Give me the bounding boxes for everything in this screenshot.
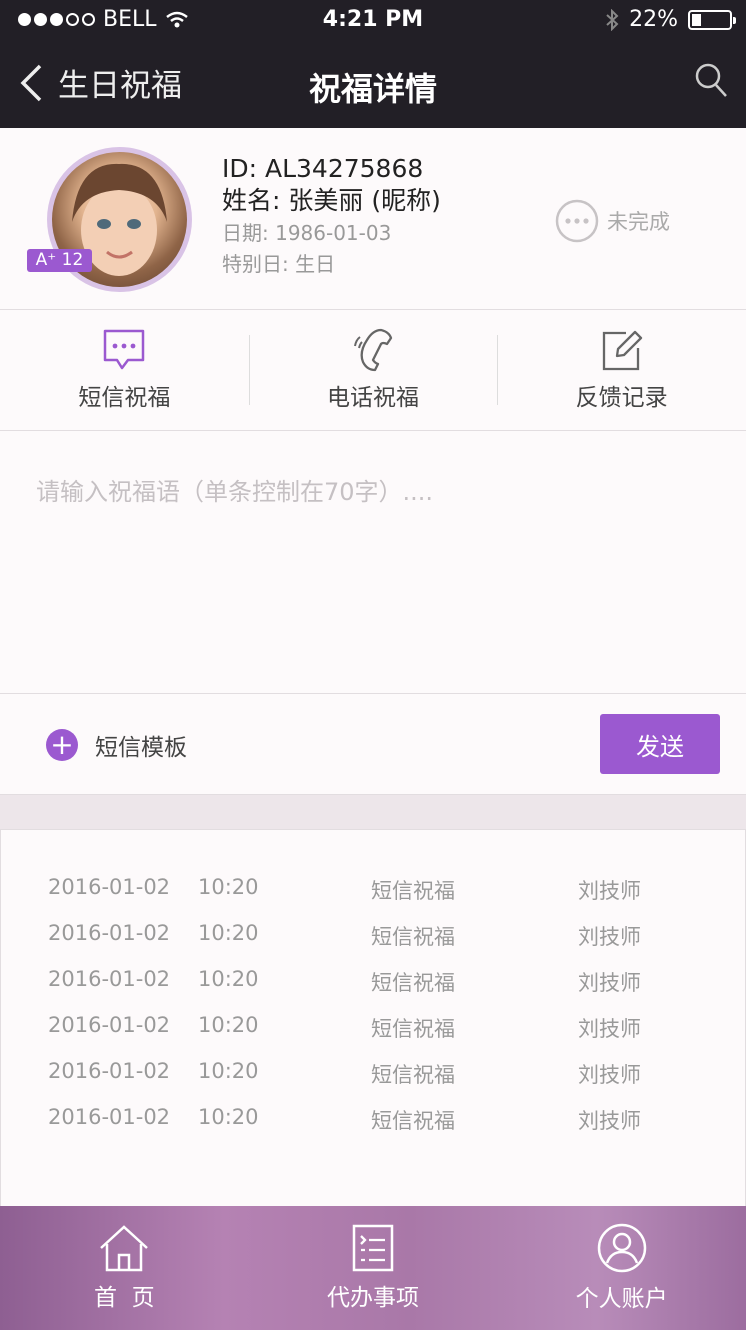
special-day: 特别日: 生日 — [222, 252, 336, 276]
customer-name: 姓名: 张美丽 (昵称) — [222, 186, 441, 215]
status-bar: BELL 4:21 PM 22% — [0, 0, 746, 40]
action-row: 短信祝福 电话祝福 反馈记录 — [0, 310, 746, 431]
list-item: 2016-01-02 10:20 短信祝福 刘技师 — [1, 1095, 746, 1141]
record-time: 10:20 — [198, 1105, 259, 1129]
record-type: 短信祝福 — [371, 1063, 455, 1087]
record-person: 刘技师 — [578, 1063, 641, 1087]
edit-icon — [602, 330, 642, 371]
record-time: 10:20 — [198, 921, 259, 945]
list-item: 2016-01-02 10:20 短信祝福 刘技师 — [1, 1049, 746, 1095]
customer-date: 日期: 1986-01-03 — [222, 221, 392, 245]
tab-account[interactable]: 个人账户 — [497, 1206, 746, 1330]
search-button[interactable] — [694, 62, 728, 104]
feedback-record-label: 反馈记录 — [575, 385, 668, 411]
list-item: 2016-01-02 10:20 短信祝福 刘技师 — [1, 911, 746, 957]
message-input-area — [0, 431, 746, 694]
record-time: 10:20 — [198, 1059, 259, 1083]
navigation-bar: 生日祝福 祝福详情 — [0, 40, 746, 128]
feedback-record-button[interactable]: 反馈记录 — [497, 310, 746, 430]
tab-home-label: 首 页 — [94, 1285, 155, 1311]
todo-list-icon — [352, 1224, 394, 1272]
user-account-icon — [597, 1223, 646, 1273]
search-icon — [695, 63, 727, 97]
list-item: 2016-01-02 10:20 短信祝福 刘技师 — [1, 1003, 746, 1049]
status-badge: 未完成 — [555, 199, 670, 243]
record-type: 短信祝福 — [371, 1017, 455, 1041]
list-item: 2016-01-02 10:20 短信祝福 刘技师 — [1, 865, 746, 911]
sms-template-button[interactable]: + 短信模板 — [46, 728, 187, 762]
record-person: 刘技师 — [578, 1017, 641, 1041]
record-person: 刘技师 — [578, 1109, 641, 1133]
page-title: 祝福详情 — [308, 70, 437, 108]
phone-greeting-button[interactable]: 电话祝福 — [248, 310, 498, 430]
record-type: 短信祝福 — [371, 879, 455, 903]
record-list: 2016-01-02 10:20 短信祝福 刘技师 2016-01-02 10:… — [0, 829, 746, 1206]
sms-greeting-button[interactable]: 短信祝福 — [0, 310, 249, 430]
record-type: 短信祝福 — [371, 971, 455, 995]
status-label: 未完成 — [607, 210, 670, 234]
tab-account-label: 个人账户 — [575, 1286, 668, 1312]
tab-todo-label: 代办事项 — [327, 1285, 419, 1311]
send-button[interactable]: 发送 — [600, 714, 720, 774]
sms-greeting-label: 短信祝福 — [78, 385, 171, 411]
record-time: 10:20 — [198, 967, 259, 991]
more-dots-icon — [555, 199, 599, 243]
record-type: 短信祝福 — [371, 1109, 455, 1133]
record-person: 刘技师 — [578, 925, 641, 949]
bottom-tab-bar: 首 页 代办事项 个人账户 — [0, 1206, 746, 1330]
battery-percent: 22% — [629, 7, 678, 32]
sms-template-label: 短信模板 — [95, 735, 187, 761]
phone-icon — [354, 328, 393, 372]
record-time: 10:20 — [198, 1013, 259, 1037]
record-person: 刘技师 — [578, 879, 641, 903]
record-person: 刘技师 — [578, 971, 641, 995]
phone-greeting-label: 电话祝福 — [327, 385, 419, 411]
record-time: 10:20 — [198, 875, 259, 899]
section-divider — [0, 795, 746, 829]
record-date: 2016-01-02 — [48, 1105, 171, 1129]
record-date: 2016-01-02 — [48, 1059, 171, 1083]
template-bar: + 短信模板 发送 — [0, 694, 746, 795]
battery-icon — [688, 9, 736, 30]
greeting-message-input[interactable] — [0, 431, 746, 693]
profile-info: ID: AL34275868 姓名: 张美丽 (昵称) 日期: 1986-01-… — [222, 154, 441, 280]
record-date: 2016-01-02 — [48, 875, 171, 899]
sms-icon — [104, 329, 145, 370]
record-date: 2016-01-02 — [48, 967, 171, 991]
plus-icon: + — [46, 729, 78, 761]
record-date: 2016-01-02 — [48, 921, 171, 945]
bluetooth-icon — [606, 8, 619, 31]
home-icon — [100, 1225, 149, 1272]
record-date: 2016-01-02 — [48, 1013, 171, 1037]
tab-todo[interactable]: 代办事项 — [249, 1206, 498, 1330]
customer-profile: A⁺ 12 ID: AL34275868 姓名: 张美丽 (昵称) 日期: 19… — [0, 128, 746, 310]
level-badge: A⁺ 12 — [27, 249, 92, 272]
customer-id: ID: AL34275868 — [222, 154, 424, 183]
tab-home[interactable]: 首 页 — [0, 1206, 249, 1330]
record-type: 短信祝福 — [371, 925, 455, 949]
list-item: 2016-01-02 10:20 短信祝福 刘技师 — [1, 957, 746, 1003]
